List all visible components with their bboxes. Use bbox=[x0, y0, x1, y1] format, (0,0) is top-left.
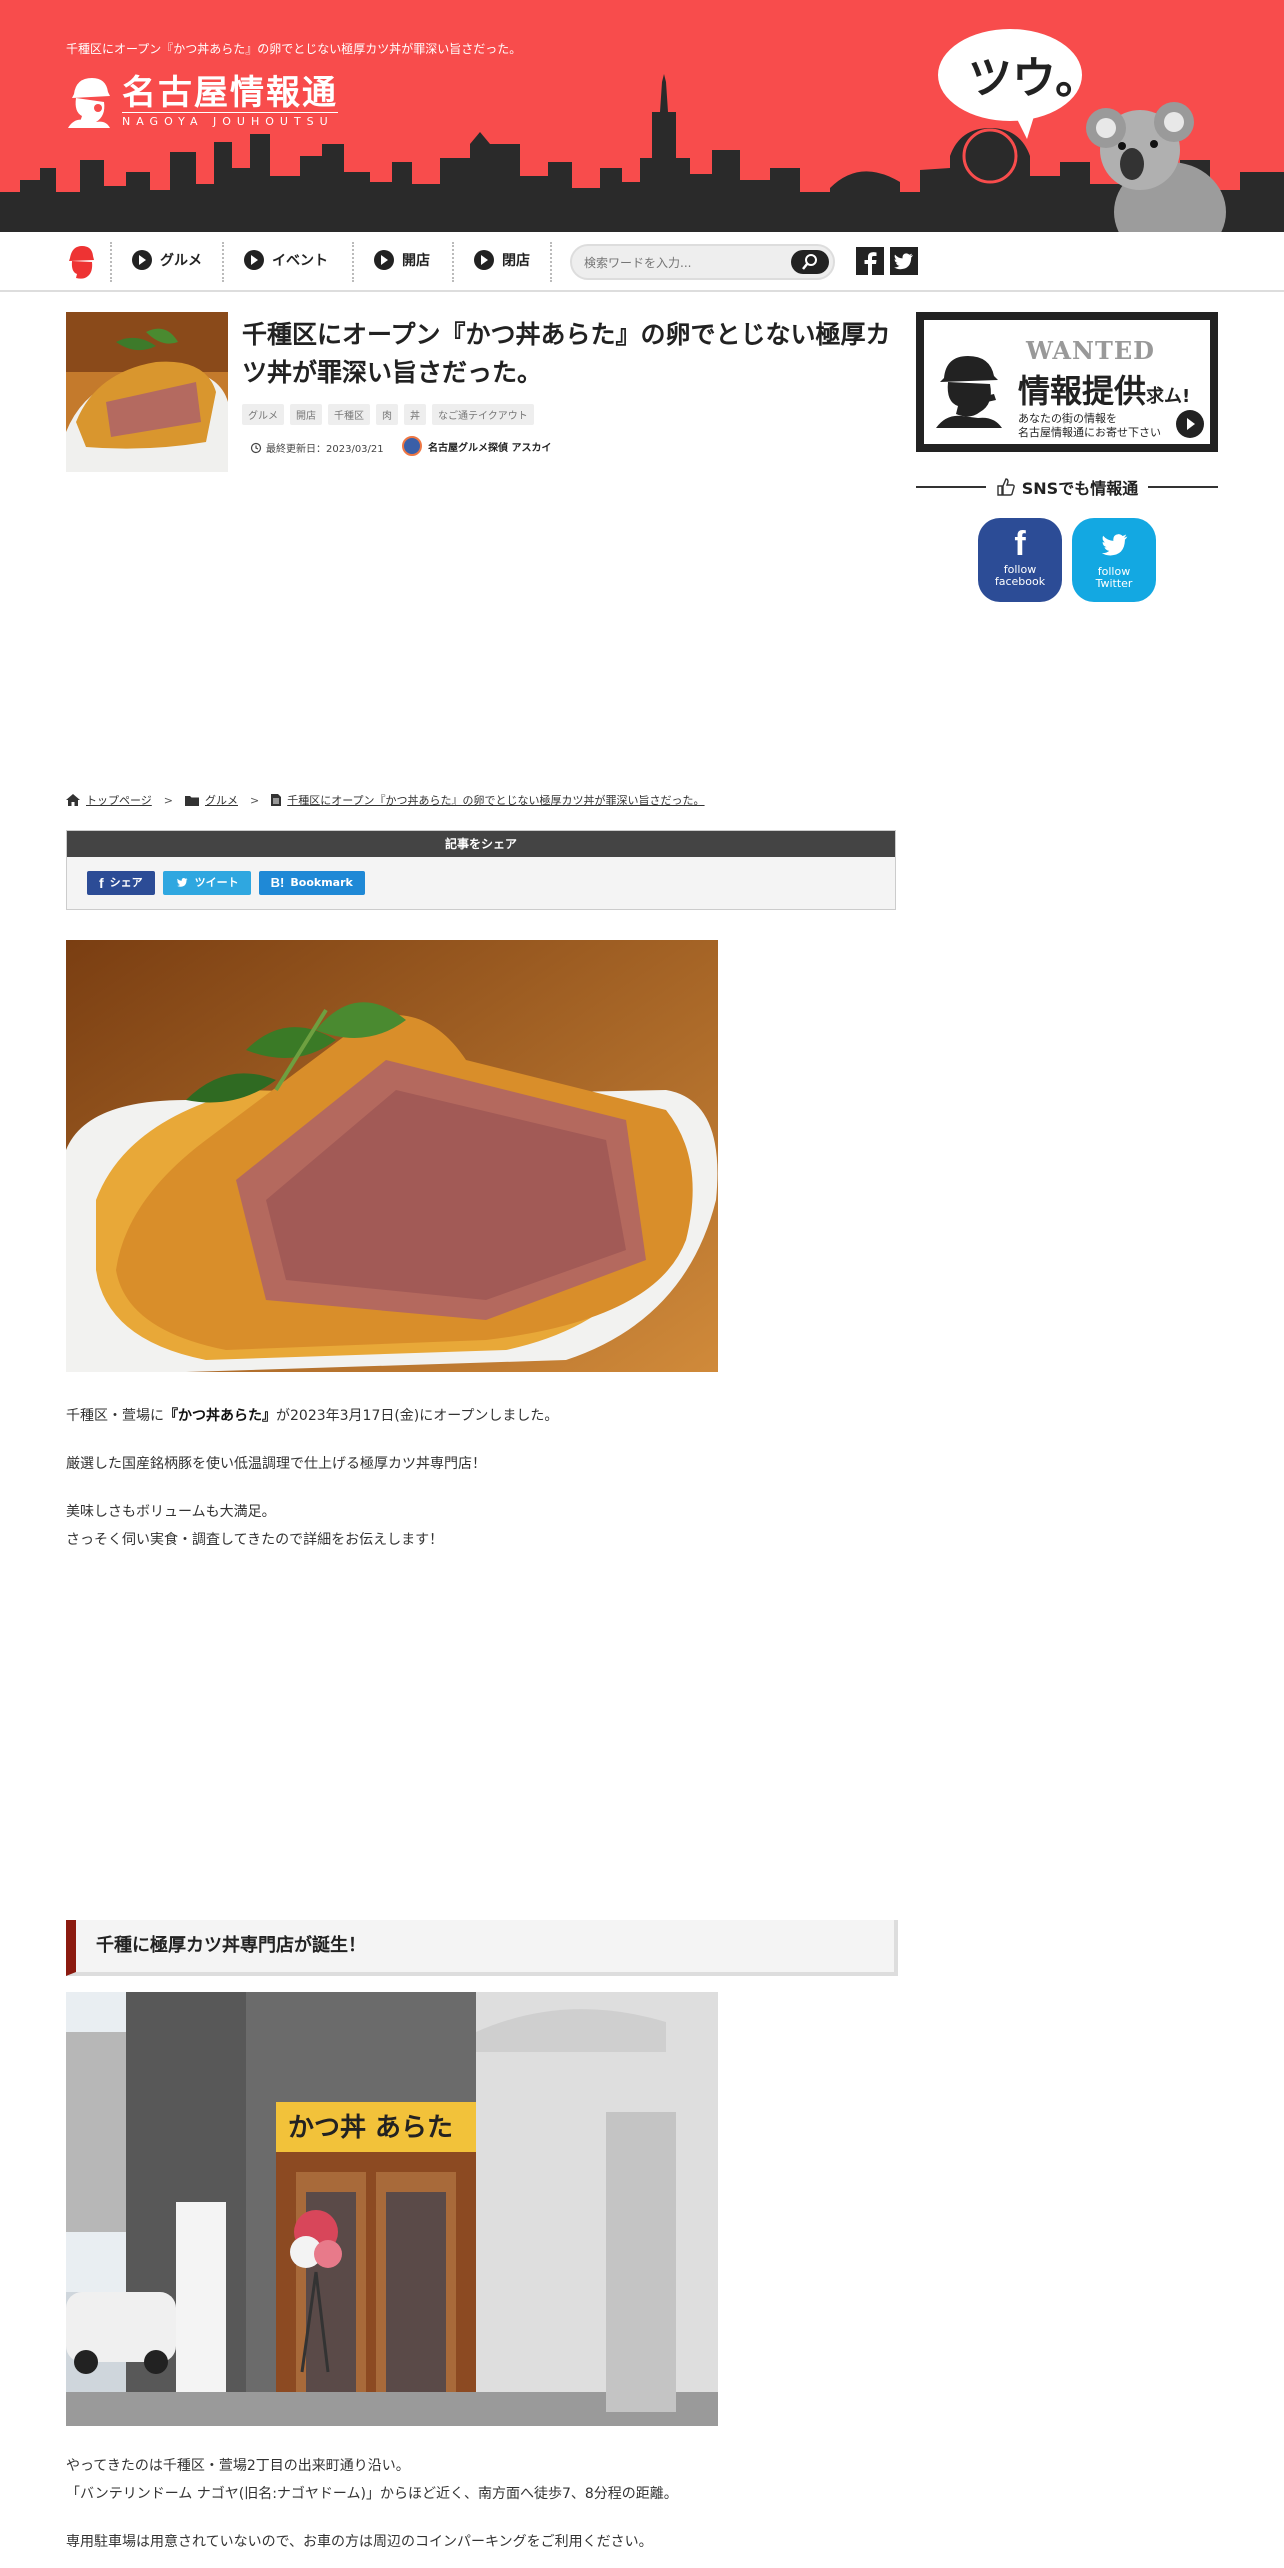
sns-title-text: SNSでも情報通 bbox=[1021, 479, 1139, 498]
share-twitter-label: ツイート bbox=[194, 876, 239, 889]
arrow-circle-icon bbox=[244, 250, 264, 270]
arrow-circle-icon bbox=[374, 250, 394, 270]
twitter-link-icon[interactable] bbox=[890, 247, 918, 275]
info-wanted-banner[interactable]: WANTED 情報提供求ム! あなたの街の情報を 名古屋情報通にお寄せ下さい bbox=[916, 312, 1218, 452]
breadcrumb: トップページ > グルメ > 千種区にオープン『かつ丼あらた』の卵でとじない極厚… bbox=[66, 792, 705, 808]
wanted-desc-line2: 名古屋情報通にお寄せ下さい bbox=[1018, 426, 1161, 439]
updated-date: 最終更新日：2023/03/21 bbox=[250, 440, 384, 455]
nav-item-label: 開店 bbox=[402, 253, 430, 269]
paragraph: 専用駐車場は用意されていないので、お車の方は周辺のコインパーキングをご利用くださ… bbox=[66, 2534, 653, 2550]
share-hatena-button[interactable]: B! Bookmark bbox=[258, 871, 365, 895]
follow-facebook-button[interactable]: f follow facebook bbox=[978, 518, 1062, 602]
nav-divider bbox=[110, 242, 112, 282]
koala-mascot-icon bbox=[1086, 102, 1226, 232]
paragraph: やってきたのは千種区・萱場2丁目の出来町通り沿い。 bbox=[66, 2458, 410, 2474]
nav-item-open[interactable]: 開店 bbox=[374, 250, 430, 270]
search-icon bbox=[802, 254, 817, 270]
search-input[interactable] bbox=[584, 252, 784, 274]
article-title: 千種区にオープン『かつ丼あらた』の卵でとじない極厚カツ丼が罪深い旨さだった。 bbox=[242, 320, 891, 387]
section-heading: 千種に極厚カツ丼専門店が誕生！ bbox=[66, 1920, 898, 1976]
paragraph: 「バンテリンドーム ナゴヤ(旧名:ナゴヤドーム)」からほど近く、南方面へ徒歩7、… bbox=[66, 2486, 678, 2502]
author[interactable]: 名古屋グルメ探偵 アスカイ bbox=[402, 436, 551, 456]
wanted-title: WANTED bbox=[1026, 336, 1155, 365]
thumbs-up-icon bbox=[997, 478, 1015, 496]
author-name: 名古屋グルメ探偵 アスカイ bbox=[428, 442, 552, 454]
arrow-circle-icon bbox=[132, 250, 152, 270]
folder-icon bbox=[185, 795, 199, 806]
paragraph: 美味しさもボリュームも大満足。 bbox=[66, 1504, 276, 1520]
paragraph: 千種区・萱場に『かつ丼あらた』が2023年3月17日(金)にオープンしました。 bbox=[66, 1404, 558, 1428]
share-box: 記事をシェア f シェア ツイート B! Bookmark bbox=[66, 830, 896, 910]
nav-item-close[interactable]: 閉店 bbox=[474, 250, 530, 270]
search-box bbox=[570, 244, 835, 280]
nav-item-event[interactable]: イベント bbox=[244, 250, 328, 270]
share-twitter-button[interactable]: ツイート bbox=[162, 871, 251, 895]
avatar bbox=[402, 436, 422, 456]
breadcrumb-separator: > bbox=[163, 793, 173, 807]
twitter-icon bbox=[1101, 534, 1128, 556]
divider bbox=[1148, 486, 1218, 488]
wanted-main-text: 情報提供求ム! bbox=[1018, 366, 1190, 412]
document-icon bbox=[271, 794, 282, 806]
twitter-label: Twitter bbox=[1095, 577, 1133, 590]
article-tags: グルメ 開店 千種区 肉 丼 なご通テイクアウト bbox=[242, 404, 534, 425]
follow-twitter-button[interactable]: follow Twitter bbox=[1072, 518, 1156, 602]
tag[interactable]: 肉 bbox=[376, 404, 398, 425]
breadcrumb-home[interactable]: トップページ bbox=[86, 792, 152, 808]
facebook-link-icon[interactable] bbox=[856, 247, 884, 275]
search-button[interactable] bbox=[791, 250, 829, 274]
site-header: 千種区にオープン『かつ丼あらた』の卵でとじない極厚カツ丼が罪深い旨さだった。 名… bbox=[0, 0, 1284, 232]
tag[interactable]: 丼 bbox=[404, 404, 426, 425]
tag[interactable]: 千種区 bbox=[328, 404, 370, 425]
nav-divider bbox=[352, 242, 354, 282]
nav-divider bbox=[550, 242, 552, 282]
facebook-icon: f bbox=[99, 875, 104, 891]
global-nav: グルメ イベント 開店 閉店 bbox=[0, 232, 1284, 292]
article-thumbnail bbox=[66, 312, 228, 472]
facebook-icon: f bbox=[1014, 525, 1026, 563]
twitter-icon bbox=[176, 878, 188, 887]
nav-item-label: グルメ bbox=[160, 253, 202, 269]
updated-date-text: 最終更新日：2023/03/21 bbox=[266, 444, 384, 455]
nav-item-label: イベント bbox=[272, 253, 328, 269]
nav-divider bbox=[222, 242, 224, 282]
tag[interactable]: 開店 bbox=[290, 404, 322, 425]
detective-silhouette-icon bbox=[936, 356, 1002, 428]
arrow-circle-icon bbox=[474, 250, 494, 270]
arrow-right-icon bbox=[1176, 410, 1204, 438]
share-hatena-label: Bookmark bbox=[290, 876, 353, 889]
share-facebook-button[interactable]: f シェア bbox=[87, 871, 155, 895]
breadcrumb-current[interactable]: 千種区にオープン『かつ丼あらた』の卵でとじない極厚カツ丼が罪深い旨さだった。 bbox=[287, 792, 704, 808]
divider bbox=[916, 486, 986, 488]
nav-divider bbox=[452, 242, 454, 282]
paragraph: 厳選した国産銘柄豚を使い低温調理で仕上げる極厚カツ丼専門店！ bbox=[66, 1456, 486, 1472]
history-icon bbox=[250, 442, 262, 453]
site-tagline: 千種区にオープン『かつ丼あらた』の卵でとじない極厚カツ丼が罪深い旨さだった。 bbox=[66, 42, 522, 56]
facebook-label: facebook bbox=[994, 575, 1046, 588]
breadcrumb-separator: > bbox=[250, 793, 260, 807]
nav-item-label: 閉店 bbox=[502, 253, 530, 269]
hatena-bookmark-icon: B! bbox=[270, 875, 285, 890]
nav-item-gourmet[interactable]: グルメ bbox=[132, 250, 202, 270]
svg-text:かつ丼 あらた: かつ丼 あらた bbox=[288, 2113, 453, 2143]
wanted-desc-line1: あなたの街の情報を bbox=[1018, 412, 1117, 425]
home-logo-icon[interactable] bbox=[66, 244, 96, 280]
tag[interactable]: グルメ bbox=[242, 404, 284, 425]
text-span: が2023年3月17日(金)にオープンしました。 bbox=[276, 1408, 559, 1424]
tag[interactable]: なご通テイクアウト bbox=[432, 404, 534, 425]
wanted-suffix: 求ム! bbox=[1146, 386, 1191, 407]
shop-name: 『かつ丼あらた』 bbox=[164, 1408, 276, 1424]
paragraph: さっそく伺い実食・調査してきたので詳細をお伝えします！ bbox=[66, 1532, 444, 1548]
share-heading: 記事をシェア bbox=[67, 831, 895, 857]
text-span: 千種区・萱場に bbox=[66, 1408, 164, 1424]
breadcrumb-category[interactable]: グルメ bbox=[205, 792, 238, 808]
home-icon bbox=[66, 794, 80, 806]
wanted-description: あなたの街の情報を 名古屋情報通にお寄せ下さい bbox=[1018, 412, 1161, 440]
wanted-main-label: 情報提供 bbox=[1018, 372, 1147, 410]
katsudon-photo bbox=[66, 940, 718, 1372]
storefront-photo: かつ丼 あらた bbox=[66, 1992, 718, 2426]
share-facebook-label: シェア bbox=[109, 876, 143, 889]
sns-heading: SNSでも情報通 bbox=[916, 472, 1218, 502]
